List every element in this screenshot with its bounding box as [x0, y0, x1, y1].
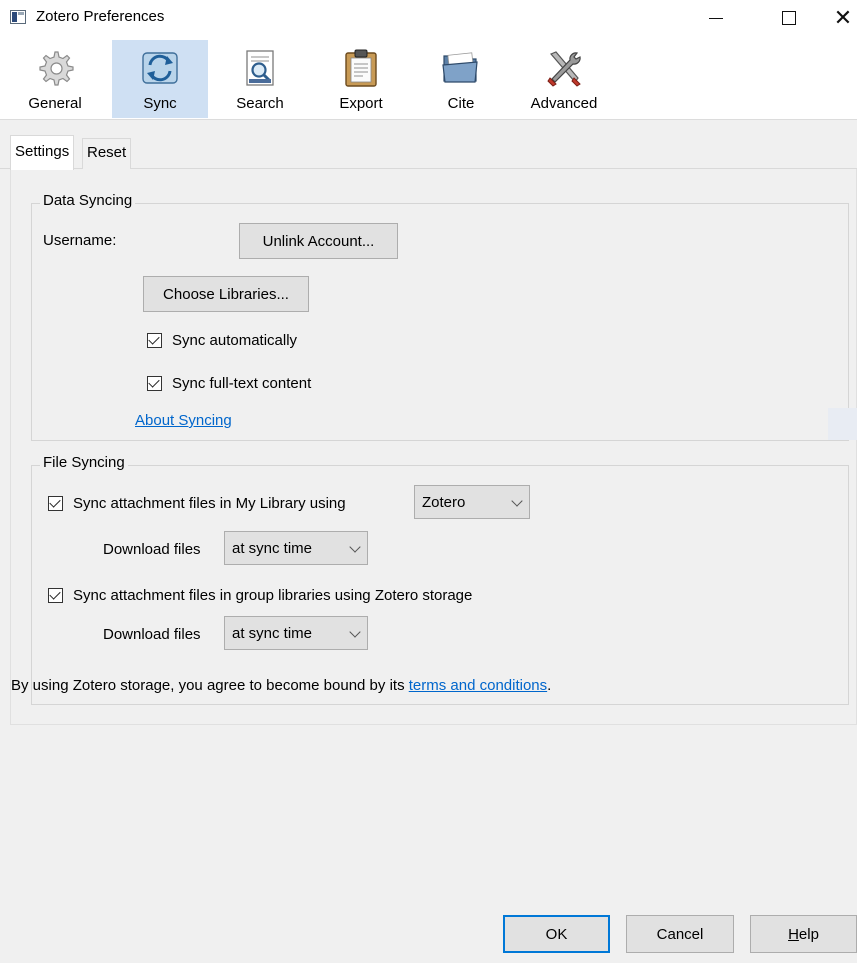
tab-strip: Settings Reset	[0, 135, 857, 170]
download-select-value: at sync time	[232, 539, 313, 557]
cancel-button[interactable]: Cancel	[626, 915, 734, 953]
help-button[interactable]: Help	[750, 915, 857, 953]
choose-libraries-button[interactable]: Choose Libraries...	[143, 276, 309, 312]
pane-general[interactable]: General	[12, 40, 98, 118]
pane-advanced[interactable]: Advanced	[520, 40, 608, 118]
preferences-toolbar: General Sync Search Export Cite Advanced	[0, 36, 857, 120]
chevron-down-icon	[511, 495, 523, 507]
my-library-storage-select[interactable]: Zotero	[414, 485, 530, 519]
file-syncing-group: File Syncing Sync attachment files in My…	[11, 454, 849, 705]
sync-fulltext-checkbox[interactable]	[147, 376, 162, 391]
tab-settings[interactable]: Settings	[10, 135, 75, 170]
ok-button[interactable]: OK	[503, 915, 610, 953]
sync-automatically-label: Sync automatically	[172, 332, 298, 349]
clipboard-icon	[341, 48, 381, 88]
zotero-app-icon	[10, 10, 26, 24]
terms-prefix: By using Zotero storage, you agree to be…	[11, 677, 409, 694]
chevron-down-icon	[349, 541, 361, 553]
group-libraries-sync-option[interactable]: Sync attachment files in group libraries…	[48, 587, 472, 604]
terms-suffix: .	[547, 677, 552, 694]
file-syncing-caption: File Syncing	[40, 454, 128, 471]
sync-automatically-option[interactable]: Sync automatically	[147, 332, 297, 349]
pane-label: General	[28, 95, 82, 112]
minimize-icon	[709, 17, 723, 19]
unlink-account-button[interactable]: Unlink Account...	[239, 223, 398, 259]
my-library-sync-label: Sync attachment files in My Library usin…	[73, 495, 346, 512]
sync-settings-panel: Data Syncing Username: Unlink Account...…	[10, 169, 857, 725]
my-library-download-select[interactable]: at sync time	[224, 531, 368, 565]
title-bar: Zotero Preferences ✕	[0, 0, 857, 36]
data-syncing-caption: Data Syncing	[40, 192, 136, 209]
tab-reset[interactable]: Reset	[82, 138, 132, 169]
help-mnemonic: H	[788, 925, 799, 943]
pane-label: Sync	[143, 95, 177, 112]
storage-select-value: Zotero	[422, 493, 466, 511]
sync-icon	[140, 48, 180, 88]
pane-label: Export	[339, 95, 383, 112]
storage-terms-text: By using Zotero storage, you agree to be…	[11, 677, 551, 694]
gear-icon	[35, 48, 75, 88]
chevron-down-icon	[349, 626, 361, 638]
maximize-icon	[782, 11, 796, 25]
about-syncing-link[interactable]: About Syncing	[135, 412, 232, 429]
sync-automatically-checkbox[interactable]	[147, 333, 162, 348]
tools-icon	[544, 48, 584, 88]
group-libraries-sync-checkbox[interactable]	[48, 588, 63, 603]
close-button[interactable]: ✕	[820, 0, 857, 36]
my-library-sync-checkbox[interactable]	[48, 496, 63, 511]
minimize-button[interactable]	[693, 0, 739, 36]
username-label: Username:	[43, 232, 117, 249]
maximize-button[interactable]	[766, 0, 812, 36]
data-syncing-group: Data Syncing Username: Unlink Account...…	[31, 192, 849, 441]
my-library-sync-option[interactable]: Sync attachment files in My Library usin…	[48, 495, 346, 512]
pane-cite[interactable]: Cite	[426, 40, 496, 118]
pane-search[interactable]: Search	[222, 40, 298, 118]
folder-icon	[441, 48, 481, 88]
pane-label: Cite	[447, 95, 475, 112]
help-label: elp	[798, 925, 819, 943]
search-document-icon	[240, 48, 280, 88]
my-library-download-label: Download files	[103, 541, 201, 558]
pane-label: Search	[236, 95, 284, 112]
pane-export[interactable]: Export	[323, 40, 399, 118]
scroll-edge	[828, 408, 857, 440]
group-libraries-sync-label: Sync attachment files in group libraries…	[73, 587, 473, 604]
group-download-label: Download files	[103, 626, 201, 643]
close-icon: ✕	[833, 5, 853, 31]
pane-sync[interactable]: Sync	[112, 40, 208, 118]
sync-fulltext-label: Sync full-text content	[172, 375, 312, 392]
download-select-value: at sync time	[232, 624, 313, 642]
group-download-select[interactable]: at sync time	[224, 616, 368, 650]
sync-fulltext-option[interactable]: Sync full-text content	[147, 375, 311, 392]
window-title: Zotero Preferences	[36, 8, 165, 25]
pane-label: Advanced	[530, 95, 598, 112]
terms-and-conditions-link[interactable]: terms and conditions	[409, 677, 547, 694]
